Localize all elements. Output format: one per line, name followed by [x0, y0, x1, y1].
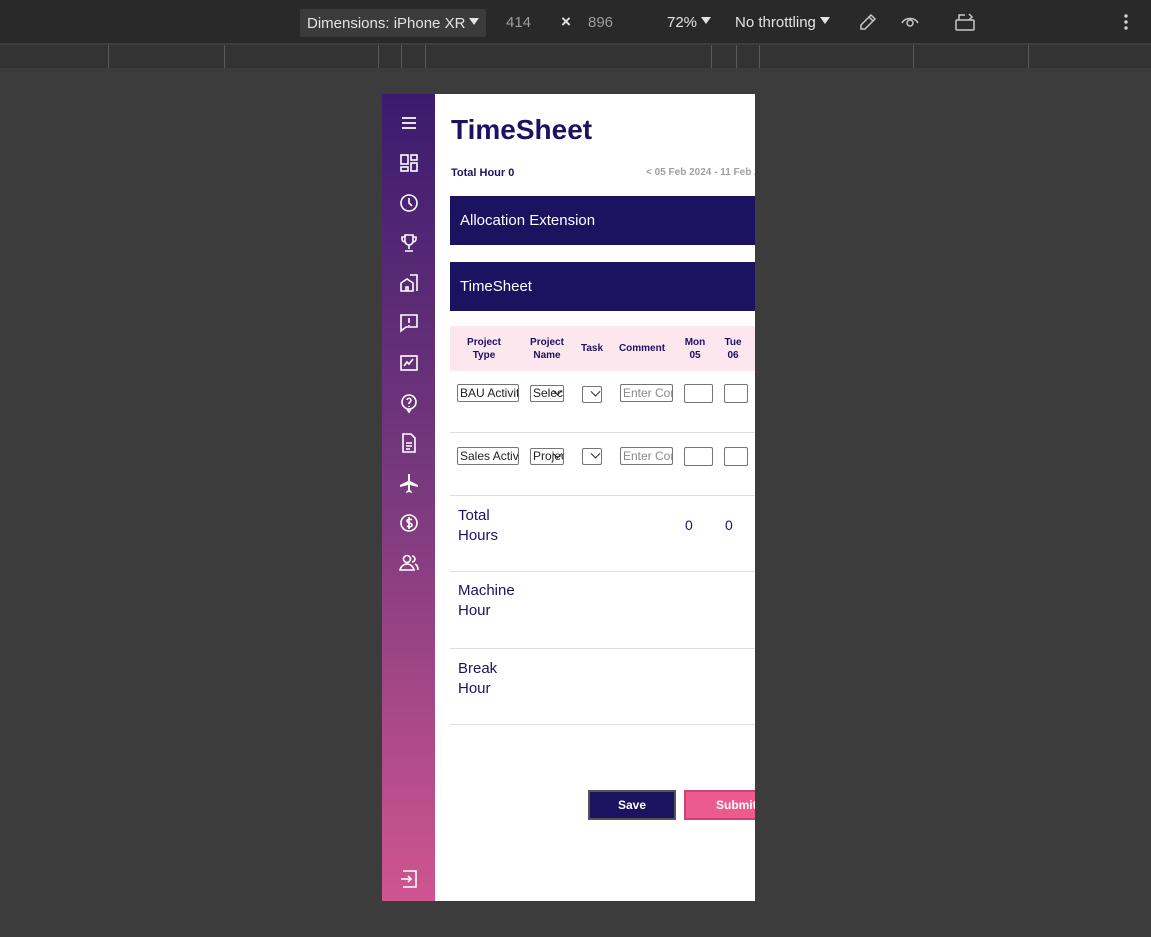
project-name-select[interactable]: Select — [530, 385, 564, 402]
eyedropper-icon[interactable] — [858, 0, 878, 44]
width-input[interactable]: 414 — [506, 0, 531, 44]
header-comment: Comment — [618, 343, 666, 354]
submit-button[interactable]: Submit — [684, 790, 755, 820]
chevron-down-icon — [590, 387, 601, 397]
total-hours-label: Total Hours — [458, 507, 499, 544]
header-mon-date: 05 — [689, 349, 701, 361]
menu-icon[interactable] — [398, 112, 420, 134]
logout-icon[interactable] — [398, 868, 420, 890]
date-range-navigator[interactable]: < 05 Feb 2024 - 11 Feb 2024 > — [646, 167, 755, 178]
timesheet-bar[interactable]: TimeSheet — [450, 262, 755, 311]
table-header: Project Type Project Name Task Comment M… — [450, 326, 755, 371]
comment-input[interactable]: Enter Comment — [620, 384, 673, 402]
zoom-dropdown[interactable]: 72% — [667, 0, 712, 44]
break-hour-label: Break Hour — [458, 660, 498, 697]
device-viewport: TimeSheet Total Hour 0 < 05 Feb 2024 - 1… — [382, 94, 755, 901]
main-content: TimeSheet Total Hour 0 < 05 Feb 2024 - 1… — [435, 94, 755, 901]
ruler-tick — [711, 45, 712, 68]
device-dimensions-dropdown[interactable]: Dimensions: iPhone XR — [300, 9, 487, 37]
allocation-extension-bar[interactable]: Allocation Extension — [450, 196, 755, 245]
header-mon: Mon 05 — [678, 326, 712, 371]
tue-hours-input[interactable] — [724, 447, 748, 466]
total-hour: Total Hour 0 — [451, 167, 515, 179]
page-title: TimeSheet — [451, 114, 593, 145]
header-task: Task — [580, 343, 604, 354]
device-dimensions-label: Dimensions: iPhone XR — [307, 14, 466, 32]
mon-hours-input[interactable] — [684, 447, 713, 466]
header-tue-date: 06 — [727, 349, 739, 361]
media-query-ruler[interactable] — [0, 45, 1151, 68]
table-row: Sales Activities Project Enter Comment — [450, 433, 755, 496]
save-button[interactable]: Save — [588, 790, 676, 820]
ruler-tick — [759, 45, 760, 68]
throttling-label: No throttling — [735, 13, 816, 31]
total-hours-row: Total Hours 0 0 — [450, 496, 755, 572]
rotate-device-icon[interactable] — [954, 0, 976, 44]
clock-icon[interactable] — [398, 192, 420, 214]
airplane-icon[interactable] — [398, 472, 420, 494]
project-type-input[interactable]: BAU Activities — [457, 384, 519, 402]
signature-icon[interactable] — [398, 352, 420, 374]
sidebar — [382, 94, 435, 901]
caret-down-icon — [469, 17, 480, 25]
swap-dimensions-icon[interactable]: × — [561, 0, 571, 44]
height-input[interactable]: 896 — [588, 0, 613, 44]
ruler-tick — [736, 45, 737, 68]
machine-hour-label: Machine Hour — [458, 582, 515, 619]
machine-hour-row: Machine Hour — [450, 572, 755, 649]
trophy-icon[interactable] — [398, 232, 420, 254]
ruler-tick — [401, 45, 402, 68]
total-tue-value: 0 — [725, 517, 733, 533]
help-icon[interactable] — [398, 392, 420, 414]
devtools-toolbar: Dimensions: iPhone XR 414 × 896 72% No t… — [0, 0, 1151, 44]
ruler-tick — [224, 45, 225, 68]
chevron-down-icon — [590, 449, 601, 459]
header-tue: Tue 06 — [718, 326, 748, 371]
mon-hours-input[interactable] — [684, 384, 713, 403]
ruler-tick — [913, 45, 914, 68]
table-row: BAU Activities Select Enter Comment — [450, 371, 755, 433]
alert-message-icon[interactable] — [398, 312, 420, 334]
task-select[interactable] — [582, 386, 602, 403]
dashboard-icon[interactable] — [398, 152, 420, 174]
eye-icon[interactable] — [900, 0, 920, 44]
header-project-name: Project Name — [530, 336, 564, 361]
ruler-tick — [1028, 45, 1029, 68]
zoom-label: 72% — [667, 13, 698, 31]
project-name-select[interactable]: Project — [530, 448, 564, 465]
document-icon[interactable] — [398, 432, 420, 454]
project-type-input[interactable]: Sales Activities — [457, 447, 519, 465]
comment-input[interactable]: Enter Comment — [620, 447, 673, 465]
dollar-icon[interactable] — [398, 512, 420, 534]
ruler-tick — [108, 45, 109, 68]
header-project-type: Project Type — [467, 336, 501, 361]
caret-down-icon — [701, 16, 712, 24]
task-select[interactable] — [582, 448, 602, 465]
header-mon-day: Mon — [684, 336, 706, 348]
ruler-tick — [378, 45, 379, 68]
caret-down-icon — [819, 16, 830, 24]
tue-hours-input[interactable] — [724, 384, 748, 403]
more-options-icon[interactable] — [1120, 0, 1132, 44]
break-hour-row: Break Hour — [450, 649, 755, 725]
total-mon-value: 0 — [685, 517, 693, 533]
ruler-tick — [425, 45, 426, 68]
throttling-dropdown[interactable]: No throttling — [735, 0, 830, 44]
buildings-icon[interactable] — [398, 272, 420, 294]
header-tue-day: Tue — [724, 336, 742, 348]
people-icon[interactable] — [398, 552, 420, 574]
